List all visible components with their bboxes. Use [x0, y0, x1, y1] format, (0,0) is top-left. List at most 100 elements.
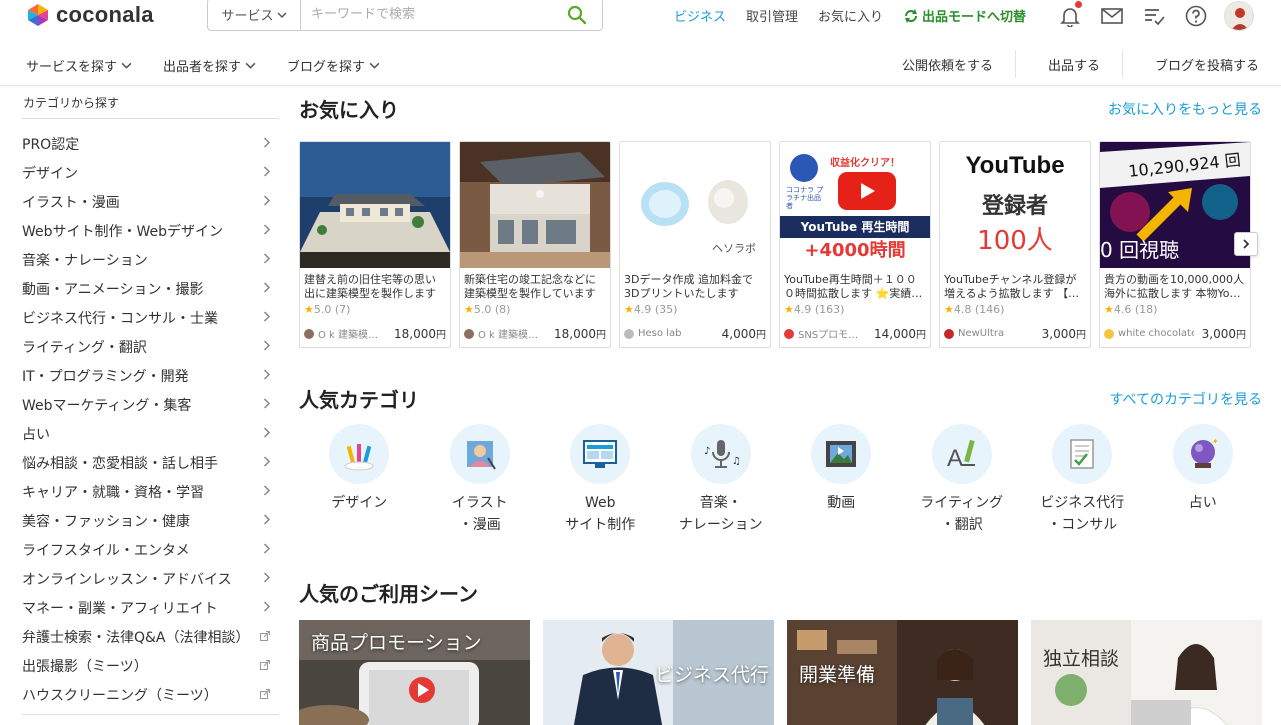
chevron-right-icon [263, 281, 279, 296]
scene-card-business[interactable]: ビジネス代行 [543, 620, 774, 725]
popular-category-writing[interactable]: A ライティング ・翻訳 [902, 424, 1023, 536]
checklist-icon [1145, 9, 1165, 26]
video-category-icon [811, 424, 872, 484]
chevron-right-icon [263, 339, 279, 354]
business-link[interactable]: ビジネス [674, 6, 726, 25]
sidebar-category-item[interactable]: キャリア・就職・資格・学習 [22, 477, 279, 506]
seller-name[interactable]: O k 建築模… [464, 326, 538, 341]
sidebar-category-item[interactable]: 音楽・ナレーション [22, 245, 279, 274]
sidebar-category-item[interactable]: マネー・副業・アフィリエイト [22, 593, 279, 622]
seller-name[interactable]: O k 建築模… [304, 326, 378, 341]
service-rating: ★4.9 (35) [620, 301, 770, 317]
find-sellers-menu[interactable]: 出品者を探す [163, 56, 256, 75]
sidebar-category-item[interactable]: イラスト・漫画 [22, 187, 279, 216]
switch-mode-link[interactable]: 出品モードへ切替 [903, 6, 1026, 25]
popular-category-fortune[interactable]: ✦ 占い [1143, 424, 1264, 536]
scene-card-opening[interactable]: 開業準備 [787, 620, 1018, 725]
youtube-play-icon [838, 172, 896, 210]
sidebar-category-item[interactable]: Webサイト制作・Webデザイン [22, 216, 279, 245]
service-card[interactable]: 建替え前の旧住宅等の思い出に建築模型を製作します … ★5.0 (7) O k … [299, 141, 451, 348]
search-button[interactable] [552, 0, 602, 30]
thumb-title-text: YouTube [965, 152, 1065, 179]
sidebar-category-item[interactable]: ライフスタイル・エンタメ [22, 535, 279, 564]
sidebar-category-item[interactable]: 美容・ファッション・健康 [22, 506, 279, 535]
search-type-select[interactable]: サービス [208, 0, 301, 30]
price-unit: 円 [1236, 330, 1246, 341]
popular-category-video[interactable]: 動画 [781, 424, 902, 536]
seller-name[interactable]: Heso lab [624, 328, 681, 339]
sidebar-category-item[interactable]: PRO認定 [22, 129, 279, 158]
header-icons [1058, 1, 1254, 31]
favorites-more-link[interactable]: お気に入りをもっと見る [1108, 99, 1262, 119]
popular-category-web[interactable]: Web サイト制作 [540, 424, 661, 536]
svg-text:♪: ♪ [704, 446, 710, 457]
seller-name[interactable]: SNSプロモ… [784, 326, 858, 341]
sidebar-category-item[interactable]: 悩み相談・恋愛相談・話し相手 [22, 448, 279, 477]
star-icon: ★ [624, 303, 634, 316]
favorites-header: お気に入り お気に入りをもっと見る [299, 94, 1262, 123]
sidebar-category-item[interactable]: IT・プログラミング・開発 [22, 361, 279, 390]
bell-icon [1060, 8, 1080, 27]
switch-icon [905, 8, 918, 23]
transactions-link[interactable]: 取引管理 [746, 6, 798, 25]
popular-category-illustration[interactable]: イラスト ・漫画 [420, 424, 541, 536]
notification-button[interactable] [1058, 1, 1082, 28]
post-blog-link[interactable]: ブログを投稿する [1121, 50, 1281, 78]
subnav-right: 公開依頼をする 出品する ブログを投稿する [870, 50, 1281, 78]
sidebar-category-item[interactable]: ライティング・翻訳 [22, 332, 279, 361]
public-request-link[interactable]: 公開依頼をする [870, 50, 1015, 78]
seller-label: Heso lab [638, 328, 682, 339]
seller-name[interactable]: white chocolate [1104, 328, 1194, 339]
sidebar-category-item[interactable]: ビジネス代行・コンサル・士業 [22, 303, 279, 332]
svg-text:A: A [947, 445, 963, 472]
list-service-link[interactable]: 出品する [1014, 50, 1122, 78]
message-button[interactable] [1100, 4, 1124, 28]
service-card[interactable]: 新築住宅の竣工記念などに建築模型を製作しています … ★5.0 (8) O k … [459, 141, 611, 348]
sidebar-category-item[interactable]: ハウスクリーニング（ミーツ） [22, 680, 279, 709]
all-categories-link[interactable]: すべてのカテゴリを見る [1110, 389, 1262, 409]
favorites-carousel: 建替え前の旧住宅等の思い出に建築模型を製作します … ★5.0 (7) O k … [299, 141, 1251, 348]
search-input[interactable] [301, 0, 552, 30]
scene-card-promotion[interactable]: 商品プロモーション [299, 620, 530, 725]
sidebar-category-item[interactable]: 弁護士検索・法律Q&A（法律相談） [22, 622, 279, 651]
review-count: (163) [814, 303, 845, 316]
chevron-right-icon [263, 368, 279, 383]
chevron-right-icon [263, 600, 279, 615]
sidebar-category-label: ライティング・翻訳 [22, 339, 147, 356]
favorites-link[interactable]: お気に入り [818, 6, 883, 25]
carousel-next-button[interactable] [1234, 232, 1258, 256]
sidebar-category-item[interactable]: 動画・アニメーション・撮影 [22, 274, 279, 303]
service-price: 3,000円 [1042, 326, 1086, 341]
help-button[interactable] [1184, 4, 1208, 28]
popular-categories-header: 人気カテゴリ すべてのカテゴリを見る [299, 384, 1262, 413]
sidebar-category-item[interactable]: Webマーケティング・集客 [22, 390, 279, 419]
service-card[interactable]: ヘソラボ 3Dデータ作成 追加料金で3Dプリントいたします 3D… ★4.9 (… [619, 141, 771, 348]
external-link-icon [260, 658, 279, 674]
popular-category-design[interactable]: デザイン [299, 424, 420, 536]
service-card[interactable]: YouTube 登録者 100人 YouTubeチャンネル登録が増えるよう拡散し… [939, 141, 1091, 348]
service-rating: ★4.8 (146) [940, 301, 1090, 317]
star-icon: ★ [944, 303, 954, 316]
sidebar-category-item[interactable]: デザイン [22, 158, 279, 187]
chevron-right-icon [263, 542, 279, 557]
chevron-right-icon [263, 252, 279, 267]
service-card[interactable]: 10,290,924 回 0 回視聴 貴方の動画を10,000,000人海外に拡… [1099, 141, 1251, 348]
sidebar-category-item[interactable]: 出張撮影（ミーツ） [22, 651, 279, 680]
sidebar-category-label: 美容・ファッション・健康 [22, 513, 190, 530]
category-label: 占い [1188, 495, 1217, 511]
find-services-menu[interactable]: サービスを探す [26, 56, 132, 75]
seller-name[interactable]: NewUltra [944, 328, 1004, 339]
popular-category-business[interactable]: ビジネス代行 ・コンサル [1022, 424, 1143, 536]
service-price: 4,000円 [722, 326, 766, 341]
avatar[interactable] [1224, 1, 1254, 31]
tasks-button[interactable] [1142, 4, 1166, 28]
sidebar-category-item[interactable]: オンラインレッスン・アドバイス [22, 564, 279, 593]
logo[interactable]: coconala [26, 2, 154, 28]
service-card[interactable]: 収益化クリア！ ココナラ プラチナ出品者 YouTube 再生時間 +4000時… [779, 141, 931, 348]
seller-label: white chocolate [1118, 328, 1194, 339]
popular-category-music[interactable]: ♪ ♫ 音楽・ ナレーション [661, 424, 782, 536]
find-blogs-label: ブログを探す [287, 60, 366, 75]
sidebar-category-item[interactable]: 占い [22, 419, 279, 448]
find-blogs-menu[interactable]: ブログを探す [287, 56, 380, 75]
scene-card-independence[interactable]: 独立相談 [1031, 620, 1262, 725]
